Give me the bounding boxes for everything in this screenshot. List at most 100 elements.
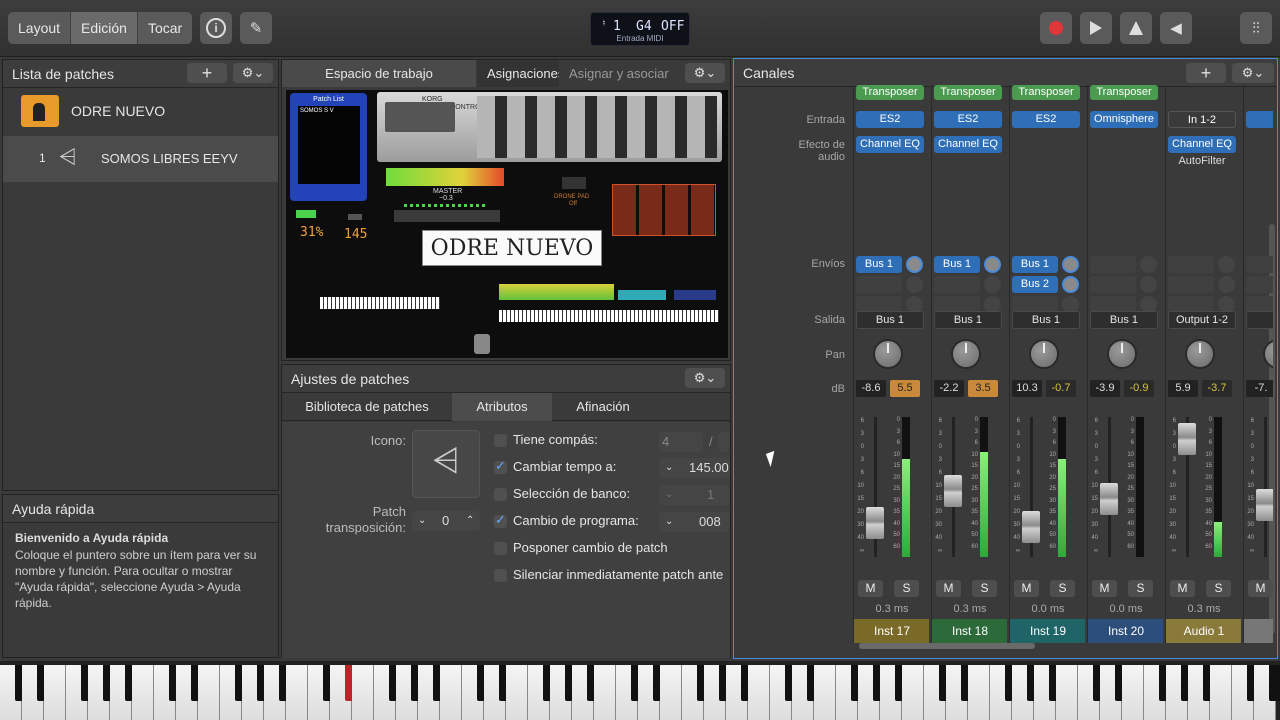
white-key[interactable] [748,665,770,720]
volume-fader[interactable] [1022,510,1040,543]
transposer-slot[interactable]: Transposer [856,85,924,100]
white-key[interactable] [132,665,154,720]
time-signature-numerator[interactable]: 4 [659,432,703,452]
input-slot[interactable]: ES2 [934,111,1002,128]
record-button[interactable] [1040,12,1072,44]
solo-button[interactable]: S [972,580,997,597]
mute-button[interactable]: M [1248,580,1273,597]
mute-button[interactable]: M [936,580,961,597]
tempo-field[interactable]: ⌄ 145.00 [659,458,730,478]
output-selector[interactable]: Bus 1 [934,311,1002,329]
send-slot[interactable]: Bus 2 [1012,276,1058,293]
mute-button[interactable]: M [858,580,883,597]
white-key[interactable] [1210,665,1232,720]
transposer-slot[interactable]: Transposer [1090,85,1158,100]
tab-assignments[interactable]: Asignaciones [477,60,559,87]
volume-fader[interactable] [866,507,884,539]
output-selector[interactable]: Bus 1 [1090,311,1158,329]
send-slot[interactable]: Bus 1 [934,256,980,273]
pan-knob[interactable] [873,339,903,369]
workspace-gear-button[interactable]: ⚙⌄ [685,63,725,83]
send-slot[interactable]: Bus 1 [856,256,902,273]
solo-button[interactable]: S [894,580,919,597]
add-patch-button[interactable]: + [187,63,227,83]
pan-knob[interactable] [1263,339,1273,369]
info-button[interactable]: i [200,12,232,44]
send-level-knob[interactable] [906,256,923,273]
change-tempo-checkbox[interactable] [494,458,507,474]
white-key[interactable] [44,665,66,720]
white-key[interactable] [902,665,924,720]
program-change-field[interactable]: ⌄ 008 [659,512,730,532]
audio-effect-slot[interactable]: Channel EQ [1168,136,1236,153]
volume-fader[interactable] [1178,423,1196,455]
master-fader[interactable] [394,210,500,222]
white-key[interactable] [968,665,990,720]
patch-list-gear-button[interactable]: ⚙⌄ [233,63,273,83]
send-level-knob[interactable] [984,256,1001,273]
nanokontrol-faders[interactable] [477,96,717,158]
solo-button[interactable]: S [1206,580,1231,597]
drum-pad-grid[interactable] [612,184,716,236]
perform-mode-button[interactable]: Tocar [138,12,192,44]
assign-and-map-button[interactable]: Asignar y asociar [569,66,669,81]
white-key[interactable] [198,665,220,720]
send-slot[interactable]: Bus 1 [1012,256,1058,273]
white-key[interactable] [1056,665,1078,720]
white-key[interactable] [286,665,308,720]
output-selector[interactable]: Bus 1 [856,311,924,329]
solo-button[interactable]: S [1050,580,1075,597]
white-key[interactable] [660,665,682,720]
audio-effect-slot[interactable]: Channel EQ [934,136,1002,153]
white-key[interactable] [1122,665,1144,720]
layout-mode-button[interactable]: Layout [8,12,72,44]
bank-select-field[interactable]: ⌄ 1 [659,485,730,505]
empty-send-slot[interactable] [1090,256,1136,273]
input-slot[interactable]: ES2 [1012,111,1080,128]
channels-gear-button[interactable]: ⚙⌄ [1232,63,1274,83]
pan-knob[interactable] [1107,339,1137,369]
patch-folder-row[interactable]: ODRE NUEVO [3,89,278,135]
silence-previous-patch-checkbox[interactable] [494,569,507,582]
tempo-slider[interactable] [348,214,362,220]
mini-keyboard-2[interactable] [499,310,719,322]
percent-slider[interactable] [296,210,316,218]
play-button[interactable] [1080,12,1112,44]
nanokontrol-widget[interactable]: KORG nanoKONTROL2 [377,92,722,162]
solo-button[interactable]: S [1128,580,1153,597]
empty-send-slot[interactable] [856,276,902,293]
output-selector[interactable]: Bus 1 [1012,311,1080,329]
drone-pad-button[interactable] [562,177,586,189]
edit-pencil-button[interactable]: ✎ [240,12,272,44]
output-selector[interactable]: Output 1-2 [1168,311,1236,329]
white-key[interactable] [594,665,616,720]
send-level-knob[interactable] [1062,276,1079,293]
output-selector[interactable]: Ou [1246,311,1273,329]
horizontal-scrollbar[interactable] [859,643,1035,649]
tab-workspace[interactable]: Espacio de trabajo [282,60,476,87]
speaker-button[interactable]: ◀ [1160,12,1192,44]
tab-attributes[interactable]: Atributos [452,393,552,421]
mute-button[interactable]: M [1170,580,1195,597]
empty-send-slot[interactable] [934,276,980,293]
mute-button[interactable]: M [1092,580,1117,597]
input-slot[interactable]: Kl [1246,111,1273,128]
transposer-slot[interactable]: Transposer [934,85,1002,100]
white-key[interactable] [352,665,374,720]
patch-settings-gear-button[interactable]: ⚙⌄ [685,368,725,388]
white-key[interactable] [440,665,462,720]
empty-send-slot[interactable] [1246,276,1273,293]
send-level-knob[interactable] [1062,256,1079,273]
sustain-pedal-icon[interactable] [474,334,490,354]
input-slot[interactable]: ES2 [856,111,924,128]
defer-patch-change-checkbox[interactable] [494,542,507,555]
time-signature-denominator[interactable] [718,432,730,452]
pan-knob[interactable] [951,339,981,369]
mixer-button[interactable]: ⫶⫶ [1240,12,1272,44]
volume-fader[interactable] [1100,483,1118,515]
channel-name[interactable]: Inst 20 [1088,619,1163,643]
metronome-button[interactable] [1120,12,1152,44]
empty-send-slot[interactable] [1246,256,1273,273]
white-key[interactable] [814,665,836,720]
tab-patch-library[interactable]: Biblioteca de patches [282,393,452,421]
